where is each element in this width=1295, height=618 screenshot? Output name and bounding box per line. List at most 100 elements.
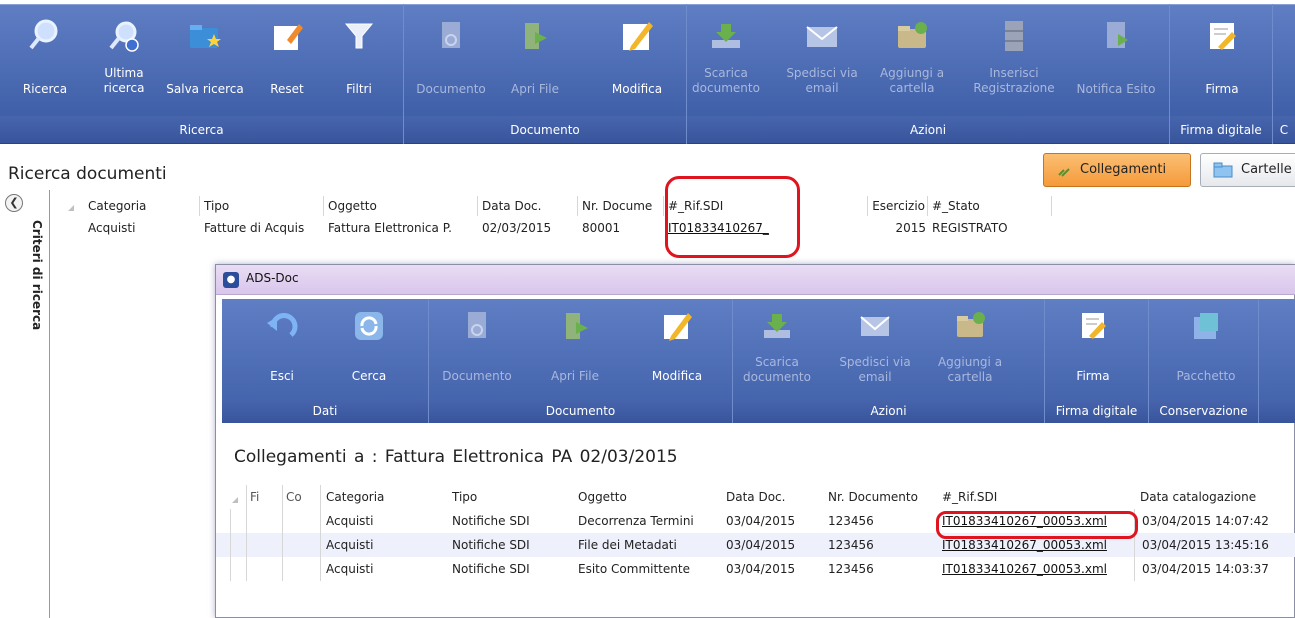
- cell-categoria: Acquisti: [326, 538, 374, 552]
- esci-button[interactable]: Esci: [244, 299, 320, 399]
- firma-button[interactable]: Firma: [1176, 4, 1268, 116]
- sign-pen-icon: [1210, 23, 1236, 50]
- linked-documents-dialog: ● ADS-Doc Esci Cerca Documento Apri File…: [215, 264, 1295, 618]
- cell-oggetto: Decorrenza Termini: [578, 514, 694, 528]
- column-header-oggetto[interactable]: Oggetto: [574, 485, 722, 509]
- column-header-data-catalogazione[interactable]: Data catalogazione: [1136, 485, 1295, 509]
- eraser-icon: [274, 24, 303, 50]
- grid-header: Fi Co Categoria Tipo Oggetto Data Doc. N…: [216, 485, 1295, 509]
- dialog-scarica-documento-button[interactable]: Scarica documento: [736, 299, 818, 399]
- filter-funnel-icon: [344, 23, 374, 49]
- apri-file-button[interactable]: Apri File: [500, 4, 570, 116]
- column-header-co[interactable]: Co: [282, 485, 320, 509]
- column-header-stato[interactable]: #_Stato: [928, 196, 1052, 216]
- column-header-tipo[interactable]: Tipo: [200, 196, 324, 216]
- dialog-spedisci-email-button[interactable]: Spedisci via email: [838, 299, 912, 399]
- ultima-ricerca-button[interactable]: Ultima ricerca: [100, 4, 148, 116]
- pencil-icon: [664, 313, 692, 341]
- cabinet-icon: [1005, 21, 1023, 51]
- notifica-esito-button[interactable]: Notifica Esito: [1068, 4, 1164, 116]
- cell-rif-sdi-link[interactable]: IT01833410267_00053.xml: [938, 557, 1134, 581]
- cell-tipo: Notifiche SDI: [452, 538, 530, 552]
- grid-line: [230, 509, 231, 581]
- document-preview-icon: [442, 22, 460, 48]
- add-folder-icon: [957, 312, 985, 337]
- search-criteria-panel: ❮ Criteri di ricerca: [0, 190, 50, 618]
- sort-indicator-icon: [68, 205, 74, 211]
- group-label-azioni: Azioni: [909, 123, 947, 137]
- grid-line: [246, 485, 247, 581]
- cell-esercizio: 2015: [895, 221, 926, 235]
- cell-data-doc: 03/04/2015: [726, 514, 796, 528]
- page-title: Ricerca documenti: [8, 164, 167, 184]
- collapse-left-icon[interactable]: ❮: [5, 194, 23, 212]
- cerca-button[interactable]: Cerca: [326, 299, 412, 399]
- column-header-data-doc[interactable]: Data Doc.: [478, 196, 578, 216]
- pacchetto-button[interactable]: Pacchetto: [1154, 299, 1258, 399]
- app-logo-icon: ●: [223, 272, 239, 288]
- group-label-documento: Documento: [510, 123, 580, 137]
- open-file-icon: [525, 23, 547, 49]
- column-header-rif-sdi[interactable]: #_Rif.SDI: [938, 485, 1132, 509]
- column-header-tipo[interactable]: Tipo: [448, 485, 572, 509]
- cell-data-catalogazione: 03/04/2015 13:45:16: [1142, 538, 1269, 552]
- email-icon: [860, 316, 890, 336]
- grid-line: [282, 485, 283, 581]
- dialog-title: ADS-Doc: [246, 271, 299, 285]
- document-preview-icon: [468, 312, 486, 338]
- email-icon: [806, 26, 838, 47]
- cell-tipo: Fatture di Acquis: [204, 221, 305, 235]
- column-header-nr-documento[interactable]: Nr. Documento: [824, 485, 936, 509]
- column-header-oggetto[interactable]: Oggetto: [324, 196, 478, 216]
- dialog-modifica-button[interactable]: Modifica: [636, 299, 718, 399]
- filtri-button[interactable]: Filtri: [334, 4, 384, 116]
- cell-data-doc: 03/04/2015: [726, 562, 796, 576]
- cell-data-catalogazione: 03/04/2015 14:07:42: [1142, 514, 1269, 528]
- aggiungi-cartella-button[interactable]: Aggiungi a cartella: [872, 4, 952, 116]
- column-header-categoria[interactable]: Categoria: [322, 485, 444, 509]
- column-header-nr-documento[interactable]: Nr. Docume: [578, 196, 664, 216]
- cell-categoria: Acquisti: [326, 562, 374, 576]
- highlight-oval: [665, 176, 800, 258]
- group-label-firma-digitale: Firma digitale: [1055, 404, 1138, 418]
- group-label-documento: Documento: [545, 404, 616, 418]
- dialog-documento-button[interactable]: Documento: [432, 299, 522, 399]
- cell-tipo: Notifiche SDI: [452, 562, 530, 576]
- ricerca-button[interactable]: Ricerca: [20, 4, 70, 116]
- cartelle-button[interactable]: Cartelle: [1200, 153, 1295, 187]
- group-label-firma-digitale: Firma digitale: [1180, 123, 1262, 137]
- open-file-icon: [566, 313, 588, 339]
- undo-arrow-icon: [267, 313, 298, 337]
- column-header-fi[interactable]: Fi: [246, 485, 282, 509]
- cell-categoria: Acquisti: [326, 514, 374, 528]
- cell-data-doc: 03/04/2015: [726, 538, 796, 552]
- documento-button[interactable]: Documento: [408, 4, 494, 116]
- notify-document-icon: [1107, 22, 1128, 48]
- dialog-aggiungi-cartella-button[interactable]: Aggiungi a cartella: [928, 299, 1012, 399]
- column-header-esercizio[interactable]: Esercizio: [868, 196, 928, 216]
- cell-nr-documento: 123456: [828, 538, 874, 552]
- column-header-data-doc[interactable]: Data Doc.: [722, 485, 822, 509]
- dialog-firma-button[interactable]: Firma: [1050, 299, 1136, 399]
- dialog-apri-file-button[interactable]: Apri File: [540, 299, 610, 399]
- modifica-button[interactable]: Modifica: [598, 4, 676, 116]
- highlight-oval: [936, 511, 1138, 539]
- folder-icon: [1213, 162, 1233, 178]
- cell-oggetto: Fattura Elettronica P.: [328, 221, 452, 235]
- search-criteria-label[interactable]: Criteri di ricerca: [30, 220, 44, 330]
- scarica-documento-button[interactable]: Scarica documento: [690, 4, 762, 116]
- salva-ricerca-button[interactable]: Salva ricerca: [160, 4, 250, 116]
- column-header-categoria[interactable]: Categoria: [84, 196, 200, 216]
- cell-nr-documento: 123456: [828, 562, 874, 576]
- inserisci-registrazione-button[interactable]: Inserisci Registrazione: [960, 4, 1068, 116]
- group-label-dati: Dati: [312, 404, 338, 418]
- cell-data-doc: 02/03/2015: [482, 221, 552, 235]
- reset-button[interactable]: Reset: [262, 4, 312, 116]
- dialog-titlebar[interactable]: ● ADS-Doc: [216, 265, 1295, 295]
- ribbon-separator: [1272, 4, 1273, 144]
- spedisci-email-button[interactable]: Spedisci via email: [782, 4, 862, 116]
- download-icon: [764, 314, 790, 338]
- ribbon-separator: [1258, 299, 1259, 423]
- collegamenti-button[interactable]: Collegamenti: [1043, 153, 1191, 187]
- sign-pen-icon: [1082, 313, 1106, 339]
